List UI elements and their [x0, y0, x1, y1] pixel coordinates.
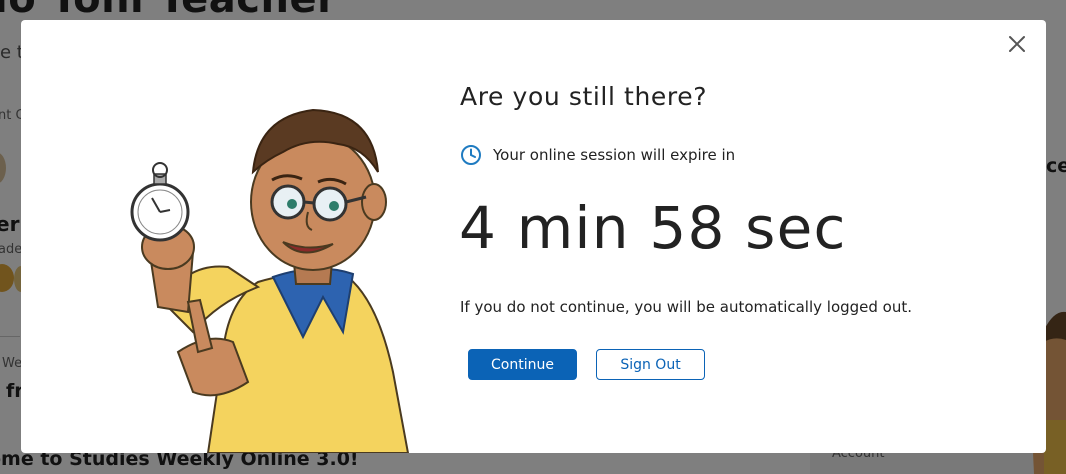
clock-icon [461, 145, 481, 165]
countdown-timer: 4 min 58 sec [459, 194, 847, 262]
teacher-stopwatch-illustration [130, 108, 410, 453]
sign-out-button[interactable]: Sign Out [596, 349, 705, 380]
session-timeout-dialog: Are you still there? Your online session… [21, 20, 1046, 453]
close-button[interactable] [1005, 32, 1029, 56]
logout-warning-text: If you do not continue, you will be auto… [460, 298, 913, 316]
dialog-title: Are you still there? [460, 82, 708, 111]
session-expiry-text: Your online session will expire in [493, 146, 736, 164]
close-icon [1009, 36, 1025, 52]
continue-button[interactable]: Continue [468, 349, 577, 380]
